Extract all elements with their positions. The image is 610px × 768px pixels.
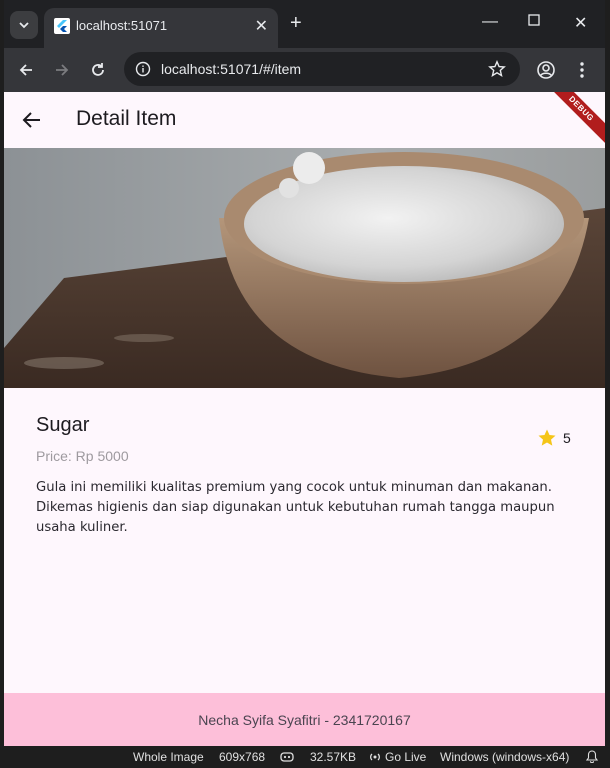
star-icon [538,429,556,446]
profile-icon[interactable] [534,58,558,82]
back-button[interactable] [18,106,46,134]
rating-value: 5 [563,430,571,446]
close-tab-icon[interactable]: ✕ [255,16,268,36]
maximize-icon[interactable] [528,13,540,31]
address-bar[interactable]: localhost:51071/#/item [124,52,520,86]
chevron-down-icon [19,22,29,29]
arrow-back-icon [22,112,40,128]
back-nav-icon[interactable] [14,58,38,82]
footer-text: Necha Syifa Syafitri - 2341720167 [198,711,411,728]
browser-toolbar: localhost:51071/#/item [4,48,605,92]
tab-title: localhost:51071 [76,18,168,33]
go-live-button[interactable]: Go Live [385,750,426,764]
status-view[interactable]: Whole Image [133,750,204,764]
browser-window: localhost:51071 ✕ + — ✕ localhost:51071/… [4,0,605,746]
debug-label: DEBUG [545,92,605,147]
product-name: Sugar [36,414,90,436]
menu-kebab-icon[interactable] [570,58,594,82]
app-viewport: Detail Item DEBUG Sugar Price: Rp 5000 5… [4,92,605,746]
product-description: Gula ini memiliki kualitas premium yang … [36,480,555,535]
close-window-icon[interactable]: ✕ [574,13,587,33]
page-title: Detail Item [76,107,177,130]
notification-bell-icon[interactable] [586,750,598,763]
copilot-icon[interactable] [280,751,294,763]
status-size: 32.57KB [310,750,357,764]
new-tab-icon[interactable]: + [290,13,302,33]
minimize-icon[interactable]: — [482,13,498,31]
url-text: localhost:51071/#/item [161,61,302,77]
browser-tab[interactable]: localhost:51071 ✕ [44,8,278,48]
tab-search-button[interactable] [10,11,38,39]
status-platform[interactable]: Windows (windows-x64) [440,750,569,764]
flutter-favicon-icon [54,18,70,34]
bookmark-star-icon[interactable] [488,60,506,78]
tab-bar: localhost:51071 ✕ + — ✕ [4,0,605,48]
debug-banner: DEBUG [545,92,605,152]
broadcast-icon [370,753,380,761]
app-bar: Detail Item [4,92,605,148]
product-image [4,148,605,388]
site-info-icon[interactable] [135,61,151,77]
footer: Necha Syifa Syafitri - 2341720167 [4,693,605,746]
status-bar: Whole Image 609x768 32.57KB Go Live Wind… [0,746,610,768]
forward-nav-icon[interactable] [50,58,74,82]
product-price: Price: Rp 5000 [36,448,129,464]
status-dimensions: 609x768 [219,750,266,764]
rating: 5 [537,428,571,448]
reload-icon[interactable] [86,58,110,82]
